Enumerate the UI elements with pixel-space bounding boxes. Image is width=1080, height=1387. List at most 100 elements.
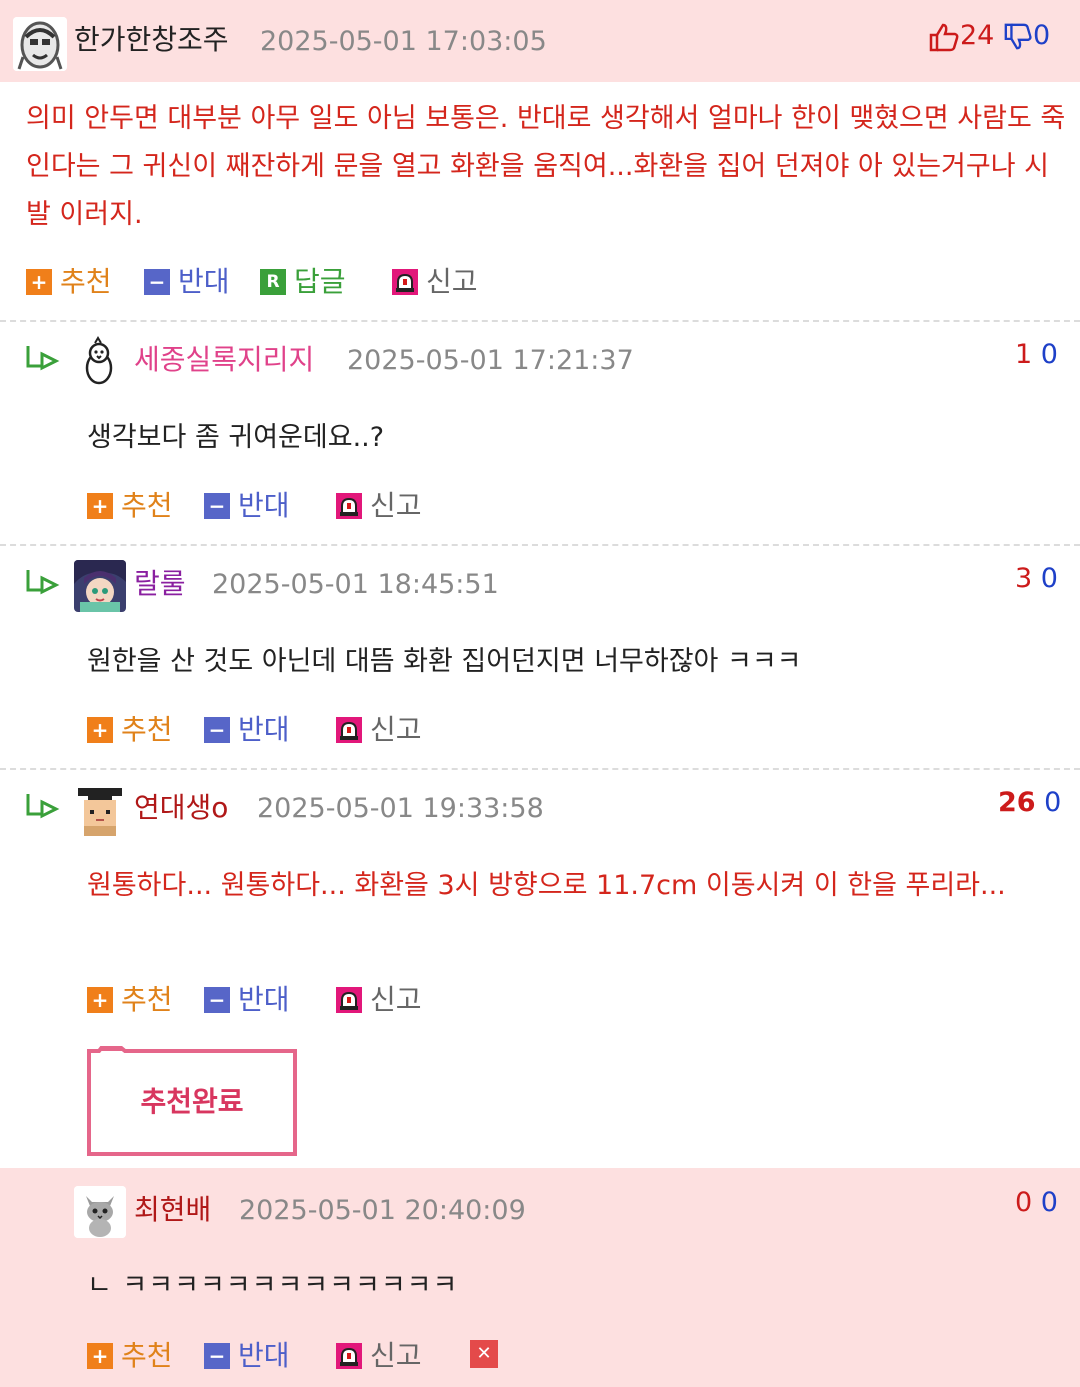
- recommend-button[interactable]: + 추천: [87, 1338, 173, 1374]
- recommend-button[interactable]: + 추천: [87, 712, 173, 748]
- report-button[interactable]: 신고: [336, 1338, 422, 1374]
- vote-counts: 0 0: [1015, 1185, 1058, 1221]
- report-label: 신고: [370, 489, 422, 522]
- comment-date: 2025-05-01 18:45:51: [212, 569, 499, 600]
- avatar[interactable]: [74, 560, 126, 612]
- siren-icon: [336, 717, 362, 743]
- report-label: 신고: [370, 983, 422, 1016]
- comment-actions: + 추천 − 반대 신고: [87, 712, 587, 748]
- comment-body: 의미 안두면 대부분 아무 일도 아님 보통은. 반대로 생각해서 얼마나 한이…: [26, 103, 1066, 230]
- vote-counts: 3 0: [1015, 561, 1058, 597]
- reply-comment: 연대생o 2025-05-01 19:33:58 26 0 원통하다... 원통…: [0, 770, 1080, 1165]
- minus-icon: −: [204, 1343, 230, 1369]
- cat-icon: [74, 1186, 126, 1238]
- thumbs-down-icon[interactable]: [1003, 22, 1033, 52]
- avatar[interactable]: [74, 784, 126, 836]
- close-icon: ✕: [470, 1340, 498, 1368]
- comment-body: ㄴ ㅋㅋㅋㅋㅋㅋㅋㅋㅋㅋㅋㅋㅋ: [87, 1270, 459, 1301]
- recommend-button[interactable]: + 추천: [87, 488, 173, 524]
- comment-body: 생각보다 좀 귀여운데요..?: [87, 422, 385, 453]
- report-button[interactable]: 신고: [392, 264, 478, 300]
- report-button[interactable]: 신고: [336, 488, 422, 524]
- recommend-button[interactable]: + 추천: [26, 264, 112, 300]
- report-label: 신고: [426, 265, 478, 298]
- comment-author[interactable]: 랄룰: [134, 566, 186, 602]
- like-count: 0: [1015, 1187, 1033, 1218]
- reply-button[interactable]: R 답글: [260, 264, 346, 300]
- thumbs-up-icon[interactable]: [928, 22, 960, 52]
- recommend-label: 추천: [60, 265, 112, 298]
- recommend-label: 추천: [121, 983, 173, 1016]
- reply-label: 답글: [294, 265, 346, 298]
- recommend-label: 추천: [121, 489, 173, 522]
- plus-icon: +: [87, 1343, 113, 1369]
- comment-body: 원통하다... 원통하다... 화환을 3시 방향으로 11.7cm 이동시켜 …: [87, 870, 1006, 901]
- avatar[interactable]: [13, 17, 67, 71]
- comment-date: 2025-05-01 20:40:09: [239, 1195, 526, 1226]
- oppose-button[interactable]: − 반대: [204, 1338, 290, 1374]
- avatar[interactable]: [74, 336, 126, 388]
- plus-icon: +: [87, 493, 113, 519]
- plus-icon: +: [87, 717, 113, 743]
- dislike-count: 0: [1040, 563, 1058, 594]
- comment-body: 원한을 산 것도 아닌데 대뜸 화환 집어던지면 너무하잖아 ㅋㅋㅋ: [87, 646, 802, 677]
- siren-icon: [392, 269, 418, 295]
- dislike-count: 0: [1032, 20, 1051, 51]
- oppose-button[interactable]: − 반대: [204, 488, 290, 524]
- oppose-label: 반대: [238, 713, 290, 746]
- plus-icon: +: [87, 987, 113, 1013]
- like-count: 1: [1015, 339, 1033, 370]
- dislike-count: 0: [1044, 787, 1062, 818]
- comment-date: 2025-05-01 19:33:58: [257, 793, 544, 824]
- recommend-done-popup: 추천완료: [87, 1046, 297, 1156]
- minus-icon: −: [204, 493, 230, 519]
- reply-comment: 랄룰 2025-05-01 18:45:51 3 0 원한을 산 것도 아닌데 …: [0, 546, 1080, 768]
- reply-arrow-icon: [26, 346, 60, 371]
- comment-author[interactable]: 연대생o: [134, 790, 228, 826]
- vote-counts: 24 0: [928, 18, 1050, 54]
- report-label: 신고: [370, 713, 422, 746]
- reply-comment-highlighted: 최현배 2025-05-01 20:40:09 0 0 ㄴ ㅋㅋㅋㅋㅋㅋㅋㅋㅋㅋ…: [0, 1168, 1080, 1387]
- comment-actions: + 추천 − 반대 신고: [87, 982, 587, 1018]
- minus-icon: −: [144, 269, 170, 295]
- like-count: 3: [1015, 563, 1033, 594]
- minus-icon: −: [204, 717, 230, 743]
- vote-counts: 1 0: [1015, 337, 1058, 373]
- comment-author[interactable]: 한가한창조주: [74, 22, 229, 58]
- report-label: 신고: [370, 1339, 422, 1372]
- anime-character-icon: [74, 560, 126, 612]
- siren-icon: [336, 493, 362, 519]
- reply-arrow-icon: [26, 794, 60, 819]
- recommend-button[interactable]: + 추천: [87, 982, 173, 1018]
- plus-icon: +: [26, 269, 52, 295]
- siren-icon: [336, 987, 362, 1013]
- comment-date: 2025-05-01 17:03:05: [260, 26, 547, 57]
- like-count: 24: [960, 20, 995, 51]
- pixel-graduate-icon: [74, 784, 126, 836]
- minus-icon: −: [204, 987, 230, 1013]
- oppose-label: 반대: [238, 983, 290, 1016]
- comment-actions: + 추천 − 반대 신고: [87, 488, 587, 524]
- recommend-label: 추천: [121, 1339, 173, 1372]
- oppose-label: 반대: [238, 489, 290, 522]
- comment-actions: + 추천 − 반대 신고 ✕: [87, 1338, 687, 1374]
- chick-icon: [74, 336, 126, 388]
- comment-author[interactable]: 최현배: [134, 1192, 211, 1228]
- dislike-count: 0: [1040, 339, 1058, 370]
- comment-actions: + 추천 − 반대 R 답글 신고: [26, 264, 726, 300]
- report-button[interactable]: 신고: [336, 712, 422, 748]
- like-count: 26: [998, 787, 1036, 818]
- recommend-done-text: 추천완료: [140, 1085, 244, 1118]
- sketch-face-icon: [13, 17, 67, 71]
- recommend-label: 추천: [121, 713, 173, 746]
- comment-author[interactable]: 세종실록지리지: [134, 342, 314, 378]
- oppose-button[interactable]: − 반대: [204, 712, 290, 748]
- report-button[interactable]: 신고: [336, 982, 422, 1018]
- vote-counts: 26 0: [998, 785, 1061, 821]
- main-comment: 한가한창조주 2025-05-01 17:03:05 24 0 의미 안두면 대…: [0, 0, 1080, 320]
- comment-date: 2025-05-01 17:21:37: [347, 345, 634, 376]
- avatar[interactable]: [74, 1186, 126, 1238]
- delete-button[interactable]: ✕: [470, 1340, 506, 1368]
- oppose-button[interactable]: − 반대: [204, 982, 290, 1018]
- oppose-button[interactable]: − 반대: [144, 264, 230, 300]
